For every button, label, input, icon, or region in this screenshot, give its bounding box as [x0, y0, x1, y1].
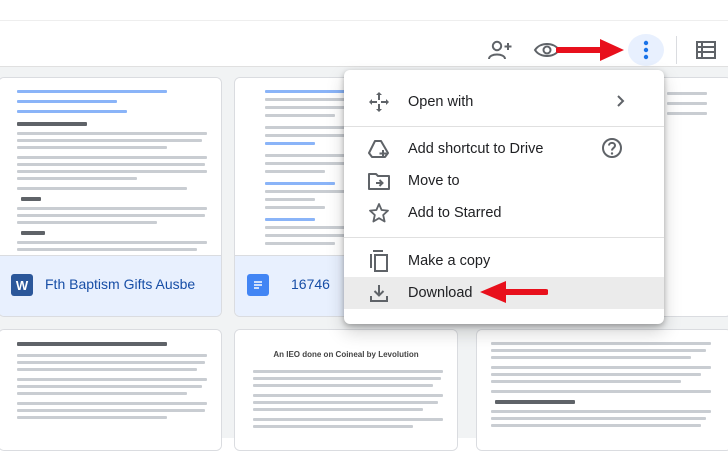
file-thumbnail [477, 330, 728, 450]
menu-item-move-to[interactable]: Move to [344, 165, 664, 197]
menu-divider [344, 126, 664, 127]
move-to-folder-icon [368, 170, 390, 192]
menu-item-label: Download [408, 285, 473, 301]
menu-item-label: Make a copy [408, 253, 491, 269]
star-icon [368, 202, 390, 224]
person-add-icon [488, 40, 512, 60]
menu-divider [344, 237, 664, 238]
list-view-button[interactable] [694, 38, 718, 62]
share-button[interactable] [484, 36, 516, 64]
file-thumbnail [0, 78, 221, 256]
chevron-right-icon [616, 94, 626, 113]
add-shortcut-icon [368, 138, 390, 160]
top-strip [0, 0, 728, 21]
google-doc-icon [247, 274, 269, 296]
toolbar-divider [676, 36, 677, 64]
file-card[interactable]: W Fth Baptism Gifts Ausbe [0, 77, 222, 317]
menu-item-label: Open with [408, 94, 474, 110]
help-icon[interactable] [601, 137, 623, 164]
red-arrow-icon [480, 281, 548, 303]
file-thumbnail: An IEO done on Coineal by Levolution [235, 330, 457, 450]
file-thumbnail [0, 330, 221, 450]
menu-item-label: Add to Starred [408, 205, 502, 221]
list-view-icon [696, 41, 716, 59]
doc-heading: An IEO done on Coineal by Levolution [273, 350, 419, 359]
file-card[interactable] [476, 329, 728, 451]
download-icon [368, 282, 390, 304]
menu-item-add-shortcut[interactable]: Add shortcut to Drive [344, 133, 664, 165]
menu-item-label: Add shortcut to Drive [408, 141, 544, 157]
more-actions-button[interactable] [628, 34, 664, 66]
file-footer: W Fth Baptism Gifts Ausbe [0, 255, 221, 316]
red-arrow-icon [556, 39, 624, 61]
copy-icon [368, 250, 390, 272]
file-card[interactable] [0, 329, 222, 451]
file-name: Fth Baptism Gifts Ausbe [45, 276, 196, 292]
menu-item-add-to-starred[interactable]: Add to Starred [344, 197, 664, 229]
file-name: 16746 [291, 276, 330, 292]
more-vert-icon [643, 40, 649, 60]
menu-item-open-with[interactable]: Open with [344, 86, 664, 118]
open-with-icon [368, 91, 390, 113]
menu-item-make-a-copy[interactable]: Make a copy [344, 245, 664, 277]
menu-item-label: Move to [408, 173, 460, 189]
file-card[interactable]: An IEO done on Coineal by Levolution [234, 329, 458, 451]
word-file-icon: W [11, 274, 33, 296]
